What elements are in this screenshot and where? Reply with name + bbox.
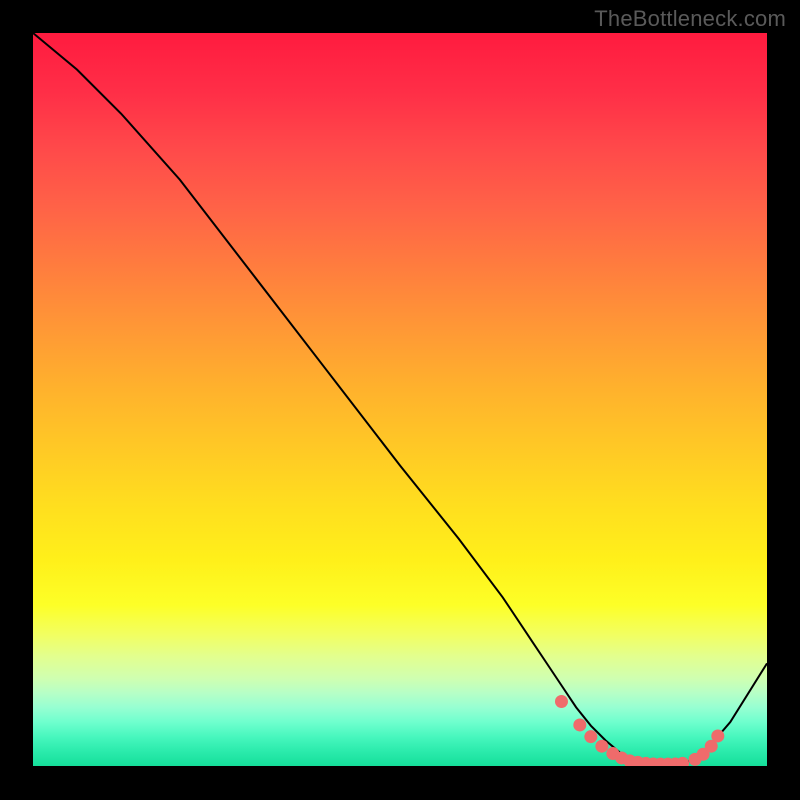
watermark-text: TheBottleneck.com [594, 6, 786, 32]
chart-plot-area [33, 33, 767, 766]
optimal-point-marker [555, 695, 568, 708]
optimal-point-marker [573, 718, 586, 731]
optimal-point-marker [584, 730, 597, 743]
marker-group [555, 695, 724, 766]
bottleneck-curve-line [33, 33, 767, 765]
chart-overlay-svg [33, 33, 767, 766]
optimal-point-marker [711, 729, 724, 742]
optimal-point-marker [595, 740, 608, 753]
